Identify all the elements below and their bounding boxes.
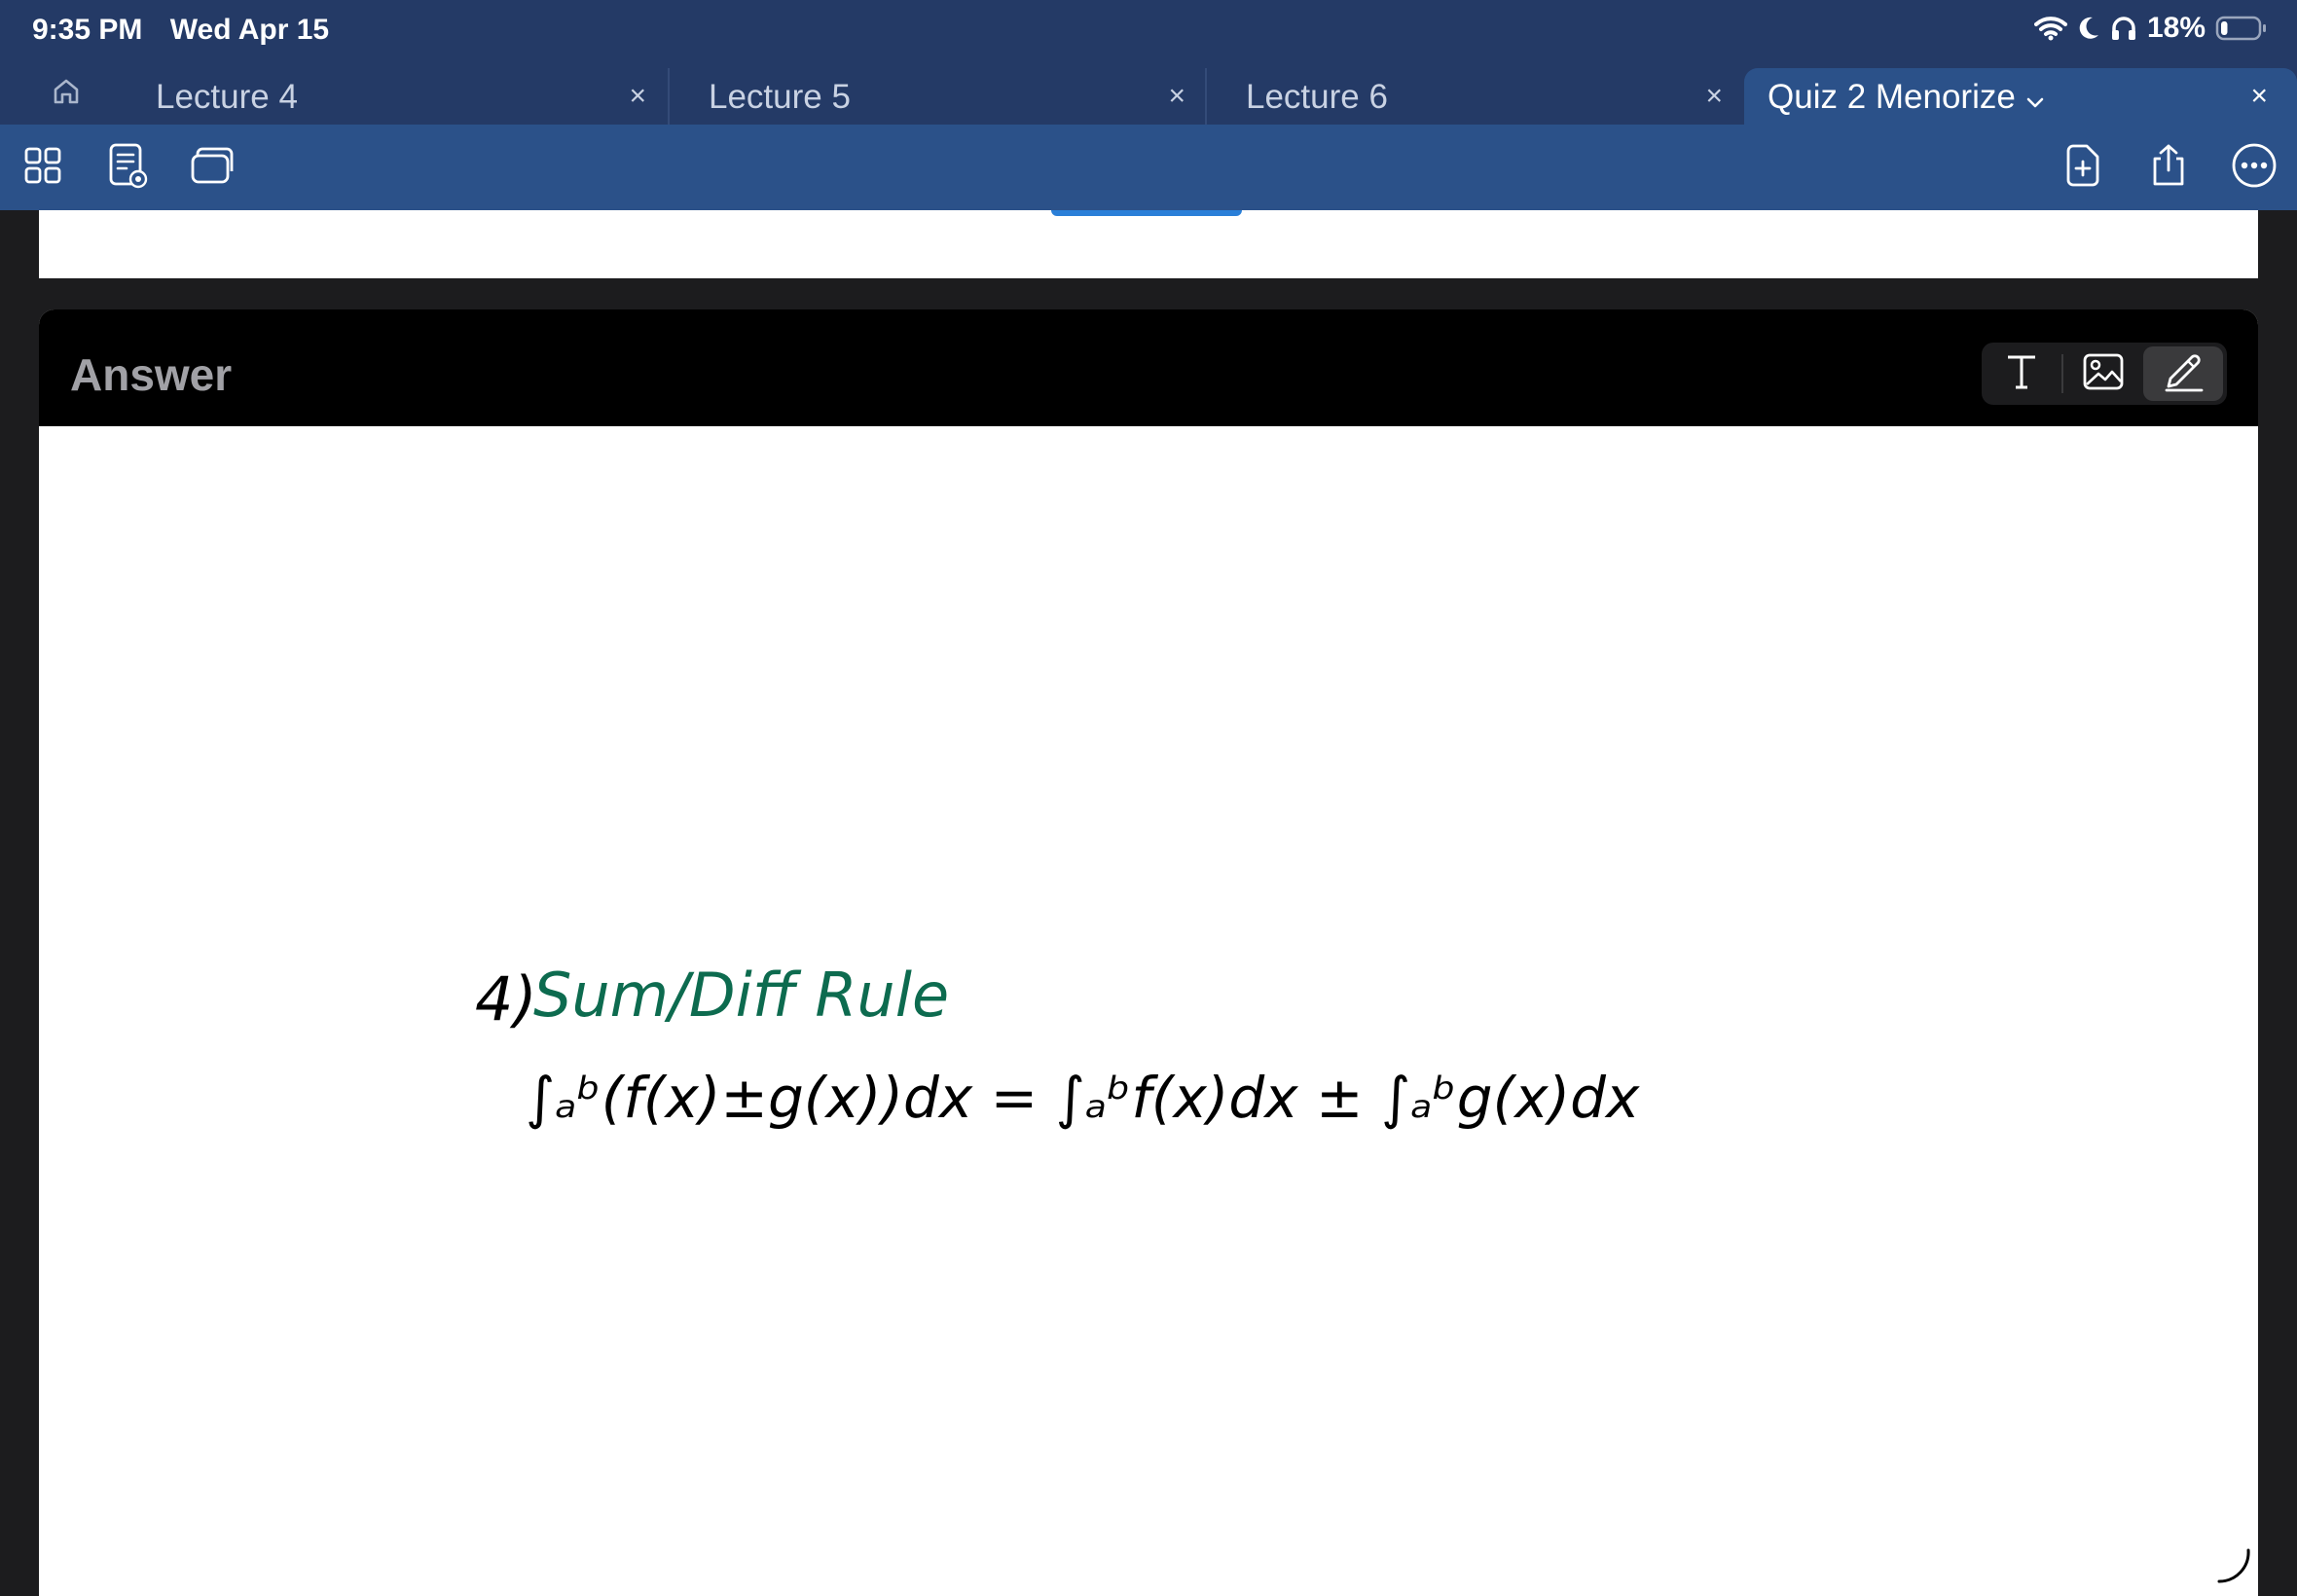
moon-icon (2077, 16, 2100, 41)
tab-lecture-5[interactable]: Lecture 5 × (668, 68, 1207, 125)
battery-icon (2215, 15, 2268, 42)
more-icon (2231, 142, 2278, 194)
tab-title: Quiz 2 Menorize (1768, 78, 2016, 116)
handwriting-canvas[interactable]: 4) Sum/Diff Rule ∫ₐᵇ(f(x)±g(x))dx = ∫ₐᵇf… (39, 426, 2258, 1596)
tab-label: Quiz 2 Menorize (1768, 78, 2045, 119)
document-view-icon (107, 142, 150, 194)
pen-mode-icon (2161, 349, 2206, 399)
headphones-icon (2110, 16, 2137, 41)
tab-label: Lecture 4 (156, 78, 298, 116)
toolbar (0, 125, 2297, 210)
tab-label: Lecture 5 (709, 78, 851, 116)
tab-quiz-2-menorize[interactable]: Quiz 2 Menorize × (1744, 68, 2297, 125)
resize-handle[interactable] (2213, 1546, 2252, 1590)
answer-mode-selector (1982, 343, 2227, 405)
tab-lecture-4[interactable]: Lecture 4 × (117, 68, 668, 125)
pen-mode-button[interactable] (2142, 346, 2223, 401)
tabs-overview-icon (190, 146, 235, 190)
chevron-down-icon[interactable] (2025, 80, 2045, 119)
answer-card: Answer 4) Sum/Diff Rule ∫ₐᵇ(f(x)±g(x))dx… (39, 309, 2258, 1596)
share-button[interactable] (2143, 142, 2194, 193)
grid-view-icon (23, 146, 62, 190)
status-time-date: 9:35 PM Wed Apr 15 (32, 14, 329, 47)
status-bar: 9:35 PM Wed Apr 15 18% (0, 0, 2297, 62)
close-icon[interactable]: × (1168, 80, 1185, 113)
image-mode-button[interactable] (2063, 343, 2143, 405)
close-icon[interactable]: × (1705, 80, 1723, 113)
handwritten-number: 4) (475, 963, 537, 1034)
status-time: 9:35 PM (32, 14, 143, 46)
handwritten-formula: ∫ₐᵇ(f(x)±g(x))dx = ∫ₐᵇf(x)dx ± ∫ₐᵇg(x)dx (526, 1065, 1640, 1131)
handwritten-heading: Sum/Diff Rule (533, 960, 950, 1031)
page-indicator (1051, 210, 1242, 216)
question-card (39, 210, 2258, 278)
close-icon[interactable]: × (629, 80, 646, 113)
home-icon (51, 76, 82, 112)
more-button[interactable] (2229, 142, 2279, 193)
wifi-icon (2033, 16, 2067, 41)
answer-header: Answer (39, 309, 2258, 426)
answer-title: Answer (70, 349, 233, 400)
add-page-button[interactable] (2058, 142, 2108, 193)
share-icon (2147, 143, 2190, 193)
text-mode-icon (2004, 352, 2039, 396)
add-page-icon (2063, 143, 2102, 193)
grid-view-button[interactable] (18, 142, 68, 193)
status-date: Wed Apr 15 (169, 14, 330, 46)
status-indicators: 18% (2033, 12, 2268, 45)
image-mode-icon (2082, 352, 2125, 396)
tab-bar: Lecture 4 × Lecture 5 × Lecture 6 × Quiz… (0, 62, 2297, 125)
text-mode-button[interactable] (1982, 343, 2061, 405)
tab-label: Lecture 6 (1246, 78, 1388, 116)
battery-percent: 18% (2146, 12, 2206, 44)
close-icon[interactable]: × (2250, 80, 2268, 113)
tabs-overview-button[interactable] (187, 142, 237, 193)
home-tab[interactable] (37, 74, 95, 113)
document-view-button[interactable] (103, 142, 154, 193)
tab-lecture-6[interactable]: Lecture 6 × (1205, 68, 1744, 125)
